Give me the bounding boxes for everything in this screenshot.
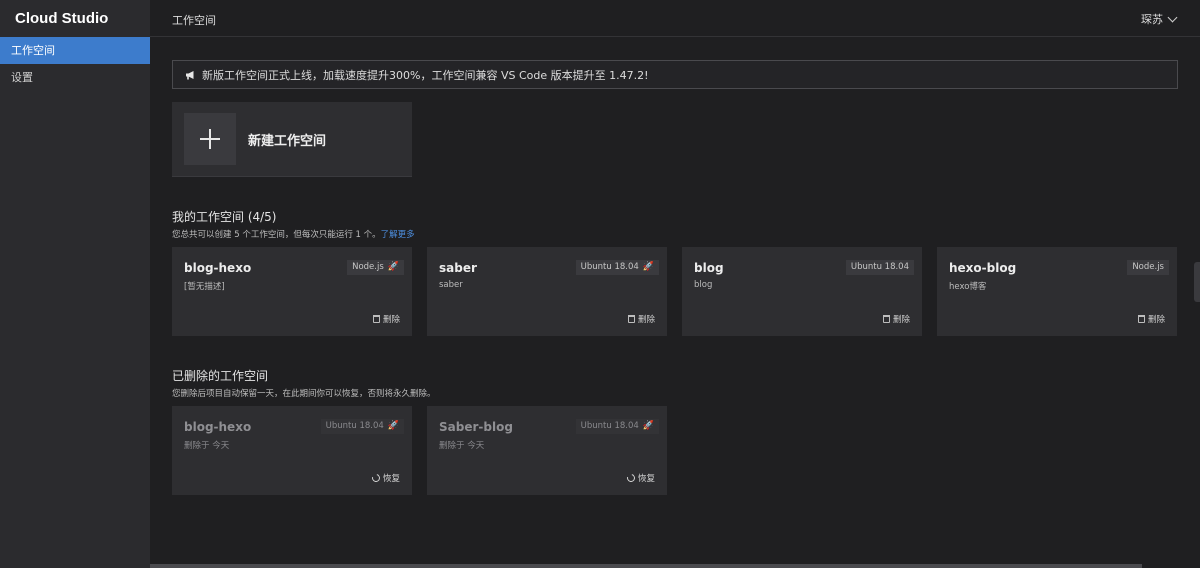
trash-icon [1137,315,1145,323]
restore-label: 恢复 [382,474,400,484]
workspace-name: blog-hexo [184,420,252,434]
plus-icon [184,113,236,165]
workspace-card[interactable]: blog-hexo Node.js 🚀 [暂无描述] 删除 [172,247,412,336]
delete-button[interactable]: 删除 [627,313,655,325]
sidebar: Cloud Studio 工作空间 设置 [0,0,150,568]
restore-label: 恢复 [637,474,655,484]
workspace-desc: [暂无描述] [184,282,225,292]
env-tag: Node.js 🚀 [347,260,404,275]
deleted-workspace-card: Saber-blog Ubuntu 18.04 🚀 删除于 今天 恢复 [427,406,667,495]
chevron-down-icon [1167,12,1178,22]
new-workspace-label: 新建工作空间 [248,133,327,149]
top-bar: 工作空间 琛苏 [150,0,1200,37]
env-tag: Ubuntu 18.04 [845,260,914,275]
deleted-date: 删除于 今天 [184,441,230,451]
restore-button[interactable]: 恢复 [370,472,400,484]
deleted-workspaces-subtitle: 您删除后项目自动保留一天，在此期间你可以恢复，否则将永久删除。 [172,389,436,399]
workspace-desc: hexo博客 [949,282,987,292]
my-workspaces-hint: 您总共可以创建 5 个工作空间，但每次只能运行 1 个。 [172,230,381,240]
new-workspace-button[interactable]: 新建工作空间 [172,102,412,177]
delete-label: 删除 [1147,315,1165,325]
env-tag: Ubuntu 18.04 🚀 [320,419,404,434]
user-menu[interactable]: 琛苏 [1141,11,1178,27]
workspace-name: blog-hexo [184,261,252,275]
deleted-workspace-card: blog-hexo Ubuntu 18.04 🚀 删除于 今天 恢复 [172,406,412,495]
env-tag: Ubuntu 18.04 🚀 [575,260,659,275]
env-tag: Node.js [1127,260,1169,275]
sidebar-item-workspaces[interactable]: 工作空间 [0,37,150,64]
workspace-desc: saber [439,280,463,290]
restore-icon [370,472,382,484]
delete-button[interactable]: 删除 [1137,313,1165,325]
announcement-text: 新版工作空间正式上线，加载速度提升300%，工作空间兼容 VS Code 版本提… [202,68,649,82]
workspace-name: hexo-blog [949,261,1017,275]
deleted-date: 删除于 今天 [439,441,485,451]
page-title: 工作空间 [172,14,216,27]
rocket-icon: 🚀 [642,262,654,272]
env-tag-label: Ubuntu 18.04 [580,262,639,272]
workspace-name: Saber-blog [439,420,513,434]
delete-label: 删除 [382,315,400,325]
user-name: 琛苏 [1141,13,1163,26]
workspace-desc: blog [694,280,713,290]
delete-label: 删除 [637,315,655,325]
announcement-banner: 新版工作空间正式上线，加载速度提升300%，工作空间兼容 VS Code 版本提… [172,60,1178,89]
delete-button[interactable]: 删除 [882,313,910,325]
delete-label: 删除 [892,315,910,325]
env-tag-label: Ubuntu 18.04 [850,262,909,272]
my-workspaces-subtitle: 您总共可以创建 5 个工作空间，但每次只能运行 1 个。了解更多 [172,228,415,240]
env-tag-label: Ubuntu 18.04 [580,421,639,431]
horizontal-scrollbar[interactable] [150,564,1142,568]
restore-icon [625,472,637,484]
env-tag-label: Node.js [1132,262,1164,272]
workspace-card[interactable]: blog Ubuntu 18.04 blog 删除 [682,247,922,336]
rocket-icon: 🚀 [642,421,654,431]
workspace-name: saber [439,261,477,275]
rocket-icon: 🚀 [387,421,399,431]
main-content: 工作空间 琛苏 新版工作空间正式上线，加载速度提升300%，工作空间兼容 VS … [150,0,1200,568]
restore-button[interactable]: 恢复 [625,472,655,484]
sidebar-item-settings[interactable]: 设置 [0,64,150,91]
trash-icon [627,315,635,323]
workspace-card[interactable]: hexo-blog Node.js hexo博客 删除 [937,247,1177,336]
workspace-card[interactable]: saber Ubuntu 18.04 🚀 saber 删除 [427,247,667,336]
delete-button[interactable]: 删除 [372,313,400,325]
trash-icon [882,315,890,323]
trash-icon [372,315,380,323]
env-tag: Ubuntu 18.04 🚀 [575,419,659,434]
deleted-workspaces-title: 已删除的工作空间 [172,369,269,383]
app-logo[interactable]: Cloud Studio [0,0,150,37]
env-tag-label: Ubuntu 18.04 [325,421,384,431]
workspace-name: blog [694,261,724,275]
learn-more-link[interactable]: 了解更多 [381,230,415,240]
side-panel-handle[interactable] [1194,262,1200,302]
my-workspaces-title: 我的工作空间 (4/5) [172,210,277,224]
megaphone-icon [186,70,194,79]
rocket-icon: 🚀 [387,262,399,272]
env-tag-label: Node.js [352,262,384,272]
